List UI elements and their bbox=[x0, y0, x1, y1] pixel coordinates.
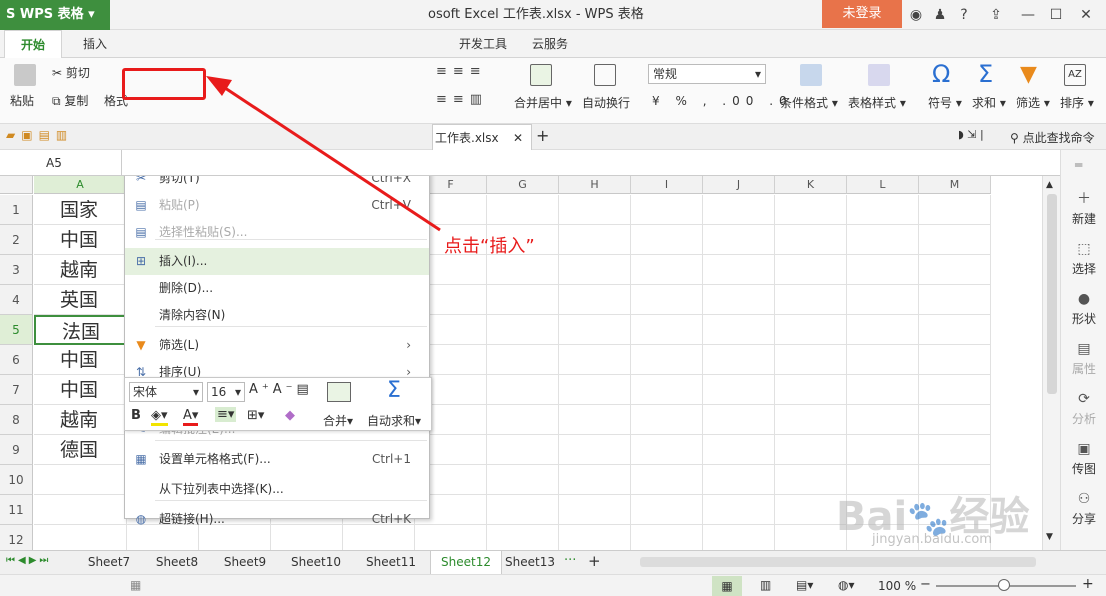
watermark-url: jingyan.baidu.com bbox=[872, 532, 992, 547]
annotation-text: 点击“插入” bbox=[444, 236, 535, 257]
